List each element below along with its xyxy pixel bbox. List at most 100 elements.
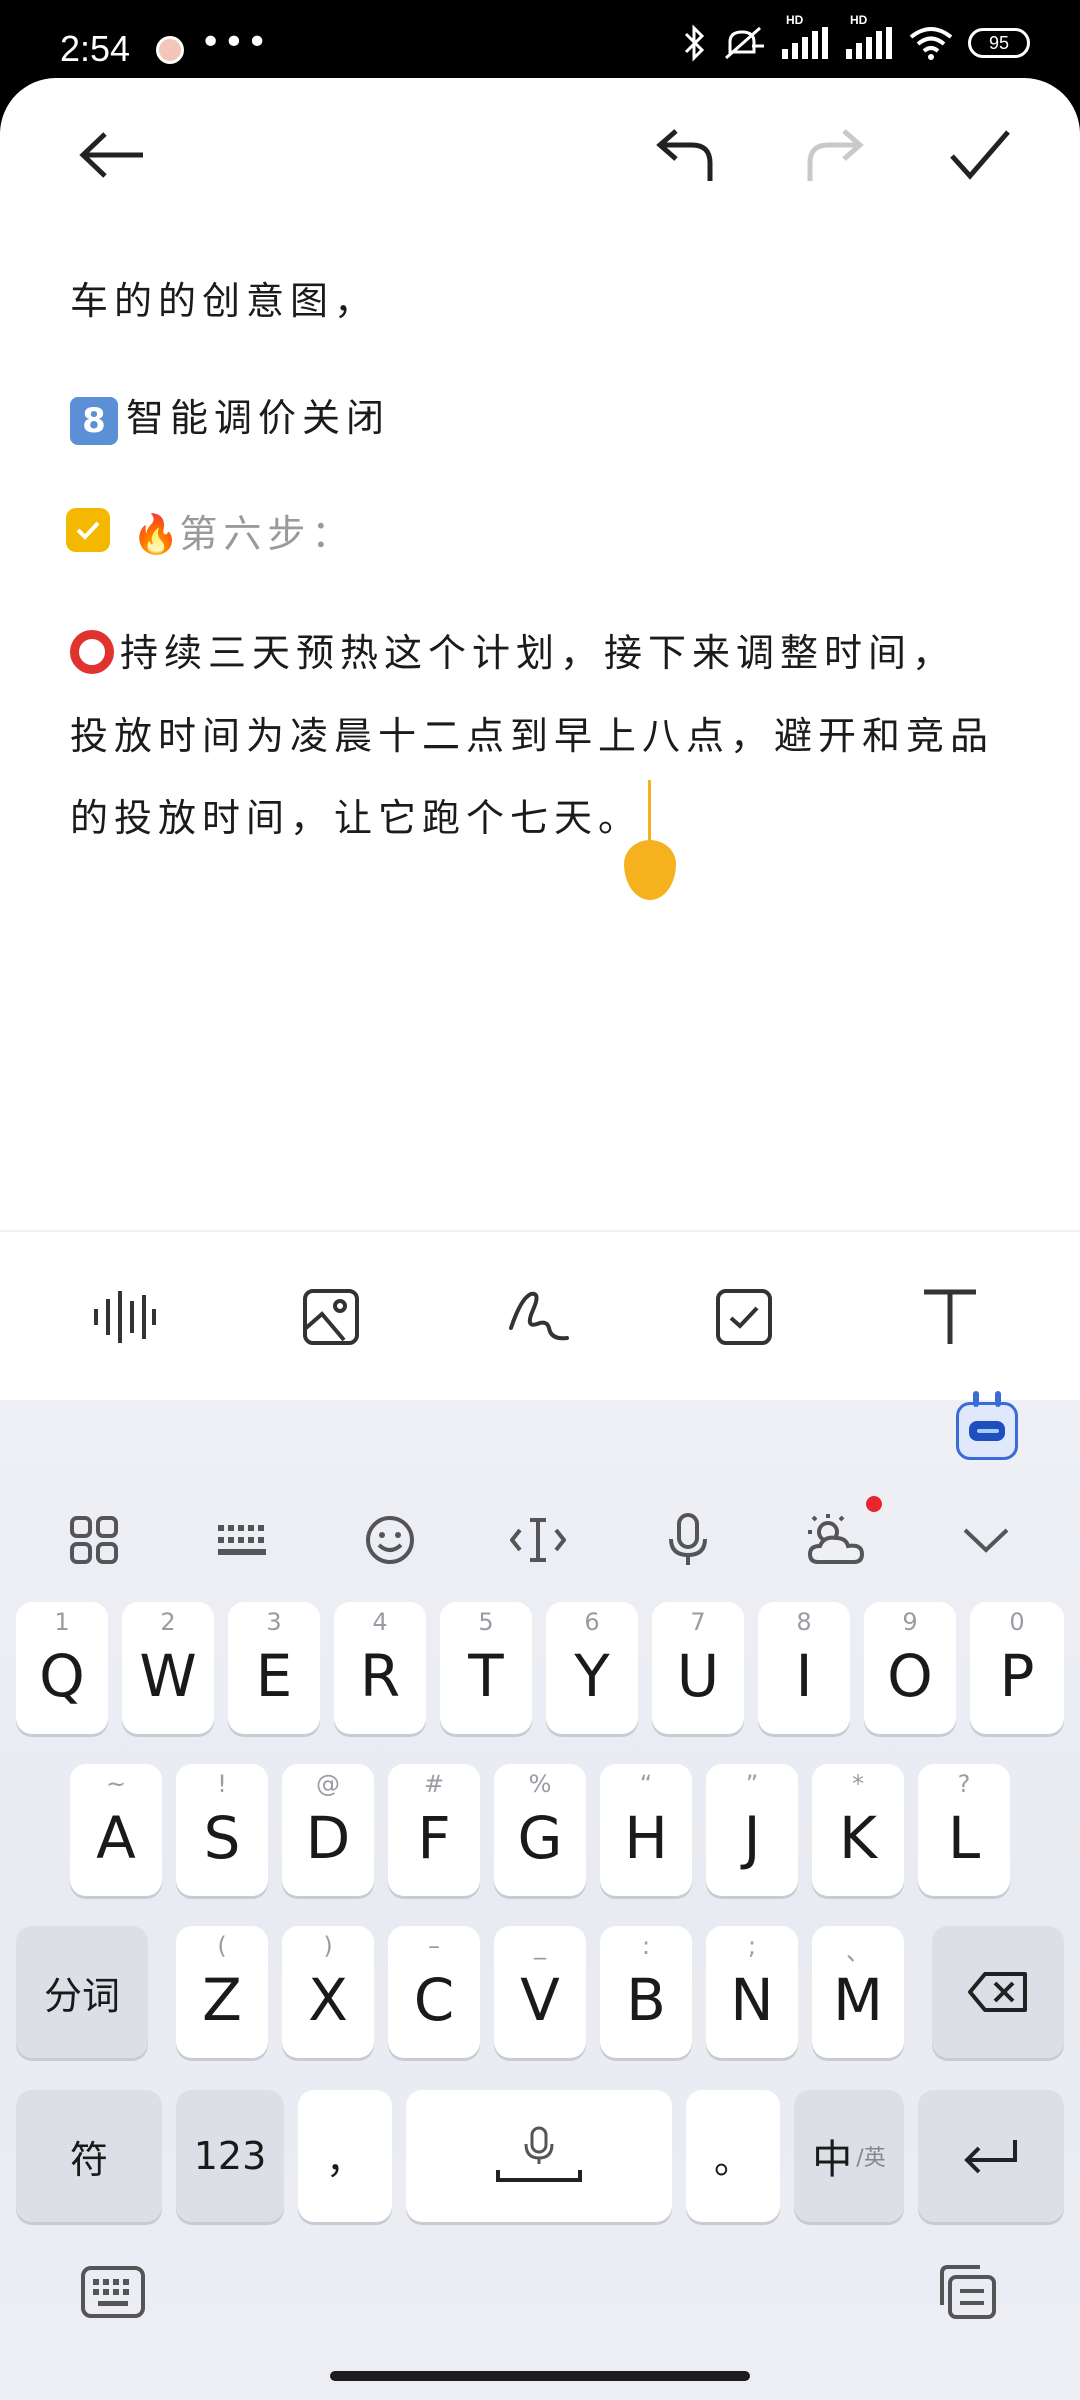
checklist-button[interactable] <box>704 1277 784 1357</box>
space-mic-icon <box>496 2126 582 2182</box>
segment-key[interactable]: 分词 <box>16 1926 148 2058</box>
note-line-text: 智能调价关闭 <box>126 396 391 440</box>
note-line[interactable]: 8 智能调价关闭 <box>70 387 390 445</box>
key-c[interactable]: – C <box>388 1926 480 2058</box>
weather-icon <box>807 1514 865 1564</box>
image-icon <box>303 1289 359 1345</box>
key-b[interactable]: :B <box>600 1926 692 2058</box>
enter-icon <box>964 2140 1017 2174</box>
smiley-icon <box>366 1516 414 1564</box>
red-circle-emoji <box>70 629 114 674</box>
voice-input-button[interactable] <box>648 1500 728 1580</box>
home-indicator[interactable] <box>330 2371 750 2381</box>
status-icons: HD HD 95 <box>682 13 1030 62</box>
text-cursor <box>648 780 651 842</box>
chevron-down-icon <box>963 1528 1009 1553</box>
key-p[interactable]: 0P <box>970 1602 1064 1734</box>
todo-item-text: 第六步： <box>179 512 356 556</box>
backspace-icon <box>968 1972 1027 2012</box>
todo-checkbox[interactable] <box>66 508 110 552</box>
mute-icon <box>725 26 764 60</box>
note-paragraph-line[interactable]: 投放时间为凌晨十二点到早上八点，避开和竞品 <box>70 705 994 760</box>
undo-icon <box>656 129 713 181</box>
redo-icon <box>807 129 864 181</box>
grid-apps-icon <box>70 1516 118 1564</box>
key-e[interactable]: 3E <box>228 1602 320 1734</box>
key-l[interactable]: ? L <box>918 1764 1010 1896</box>
key-t[interactable]: 5T <box>440 1602 532 1734</box>
key-m[interactable]: 、 M <box>812 1926 904 2058</box>
wifi-icon <box>909 27 953 60</box>
key-u[interactable]: 7U <box>652 1602 744 1734</box>
back-arrow-icon <box>79 132 143 178</box>
key-f[interactable]: # F <box>388 1764 480 1896</box>
fire-emoji: 🔥 <box>132 512 180 556</box>
kb-layout-button[interactable] <box>202 1500 282 1580</box>
key-v[interactable]: _ V <box>494 1926 586 2058</box>
keyboard-icon <box>81 2266 145 2318</box>
symbol-key[interactable]: 符 <box>16 2090 162 2222</box>
notification-dot <box>866 1496 882 1512</box>
keyboard-layout-icon <box>218 1525 266 1555</box>
keycap-8-emoji: 8 <box>70 396 118 445</box>
insert-image-button[interactable] <box>291 1277 371 1357</box>
numbers-key[interactable]: 123 <box>176 2090 284 2222</box>
checkbox-icon <box>716 1289 772 1345</box>
key-k[interactable]: * K <box>812 1764 904 1896</box>
key-j[interactable]: ” J <box>706 1764 798 1896</box>
battery-icon: 95 <box>968 28 1030 58</box>
key-s[interactable]: ! S <box>176 1764 268 1896</box>
redo-button[interactable] <box>795 115 875 195</box>
signal-2-icon: HD <box>844 13 894 61</box>
undo-button[interactable] <box>645 115 725 195</box>
backspace-key[interactable] <box>932 1926 1064 2058</box>
format-toolbar <box>0 1230 1080 1400</box>
ai-assistant-icon[interactable] <box>956 1391 1018 1460</box>
comma-key[interactable]: ， <box>298 2090 392 2222</box>
key-n[interactable]: ; N <box>706 1926 798 2058</box>
note-line[interactable]: 车的的创意图， <box>70 270 378 325</box>
status-time: 2:54 <box>60 28 131 69</box>
keyboard: 1Q 2W 3E 4R 5T 6Y 7U 8I 9O 0P ~ A ! S @ D #… <box>0 1391 1080 2400</box>
scribble-icon <box>509 1291 569 1341</box>
key-o[interactable]: 9O <box>864 1602 956 1734</box>
key-x[interactable]: ) X <box>282 1926 374 2058</box>
key-a[interactable]: ~ A <box>70 1764 162 1896</box>
checkmark-icon <box>950 130 1010 180</box>
voice-note-button[interactable] <box>84 1277 164 1357</box>
done-button[interactable] <box>940 115 1020 195</box>
language-switch-key[interactable]: 中/英 <box>794 2090 904 2222</box>
note-paragraph-line[interactable]: 的投放时间，让它跑个七天。 <box>70 787 642 842</box>
waveform-icon <box>94 1291 156 1343</box>
note-paragraph-text: 持续三天预热这个计划，接下来调整时间， <box>120 631 957 675</box>
clipboard-button[interactable] <box>932 2262 1002 2322</box>
period-key[interactable]: 。 <box>686 2090 780 2222</box>
weather-button[interactable] <box>796 1500 876 1580</box>
handwriting-button[interactable] <box>499 1277 579 1357</box>
text-format-icon <box>924 1289 976 1344</box>
switch-keyboard-button[interactable] <box>78 2262 148 2322</box>
key-r[interactable]: 4R <box>334 1602 426 1734</box>
emoji-button[interactable] <box>350 1500 430 1580</box>
cursor-move-button[interactable] <box>498 1500 578 1580</box>
more-notifications-icon: ••• <box>200 22 270 63</box>
space-key[interactable] <box>406 2090 672 2222</box>
status-bar: 2:54 ••• HD HD 95 <box>0 0 1080 90</box>
key-q[interactable]: 1Q <box>16 1602 108 1734</box>
enter-key[interactable] <box>918 2090 1064 2222</box>
key-g[interactable]: % G <box>494 1764 586 1896</box>
back-button[interactable] <box>72 115 152 195</box>
key-w[interactable]: 2W <box>122 1602 214 1734</box>
key-z[interactable]: (Z <box>176 1926 268 2058</box>
microphone-icon <box>669 1513 707 1565</box>
text-format-button[interactable] <box>910 1277 990 1357</box>
kb-menu-button[interactable] <box>54 1500 134 1580</box>
todo-item[interactable]: 🔥第六步： <box>132 503 355 558</box>
key-i[interactable]: 8I <box>758 1602 850 1734</box>
key-y[interactable]: 6Y <box>546 1602 638 1734</box>
note-paragraph-line[interactable]: 持续三天预热这个计划，接下来调整时间， <box>70 622 956 678</box>
key-h[interactable]: “H <box>600 1764 692 1896</box>
clipboard-icon <box>940 2265 996 2319</box>
key-d[interactable]: @ D <box>282 1764 374 1896</box>
hide-keyboard-button[interactable] <box>946 1500 1026 1580</box>
